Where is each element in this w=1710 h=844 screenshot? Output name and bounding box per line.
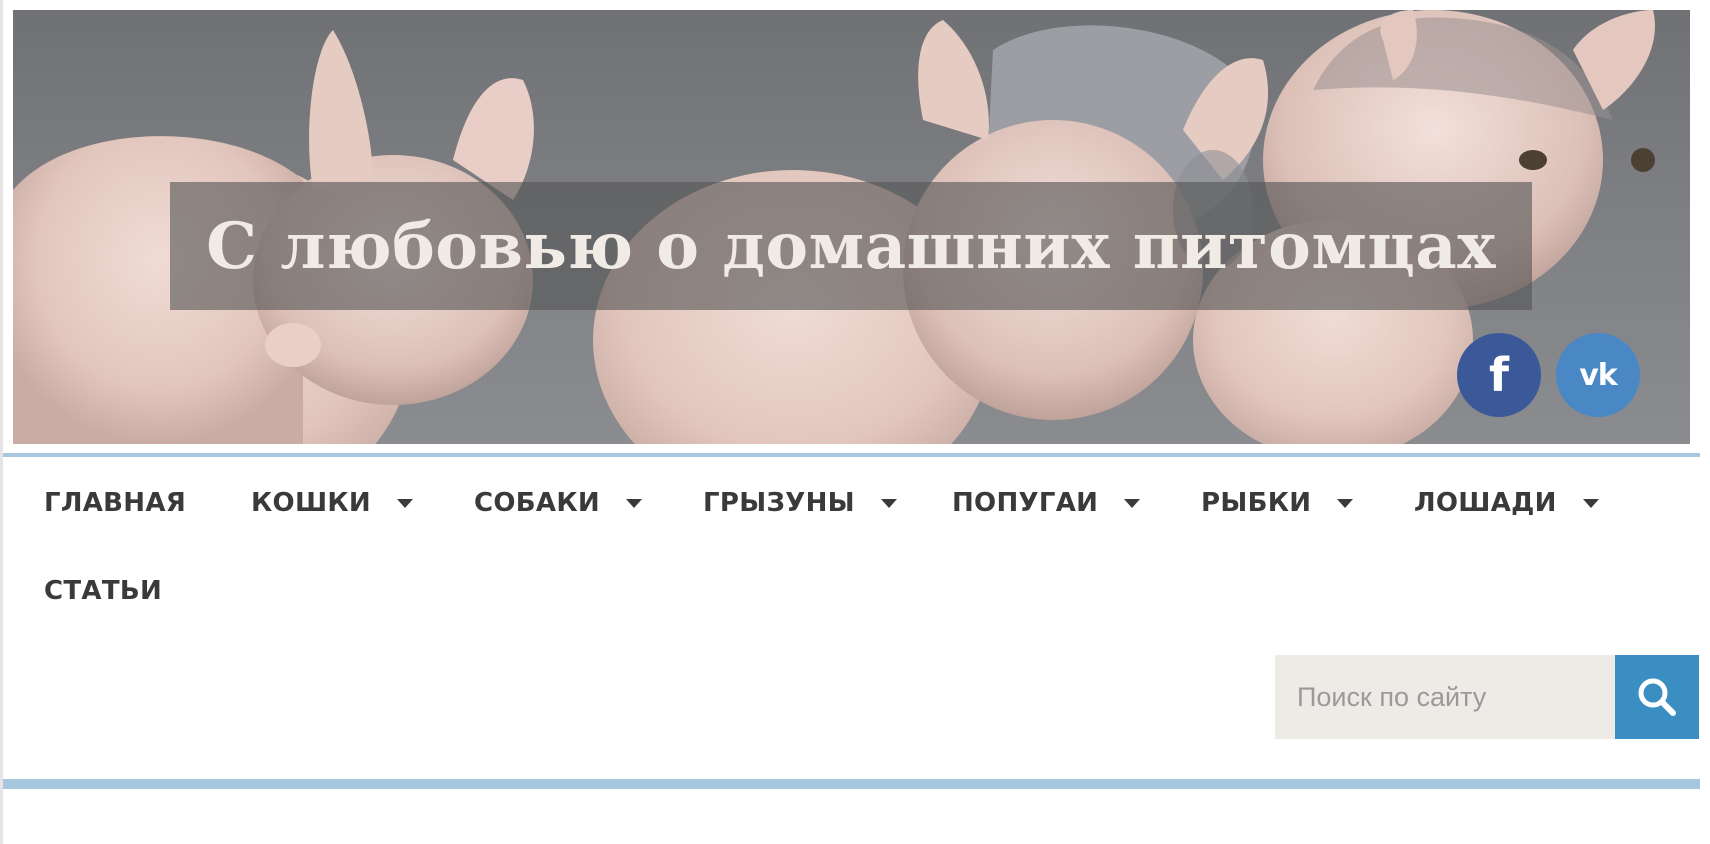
nav-item-cats[interactable]: КОШКИ: [251, 478, 413, 528]
caret-down-icon: [397, 498, 413, 508]
nav-item-label: ГРЫЗУНЫ: [703, 488, 855, 518]
nav-item-label: КОШКИ: [251, 488, 371, 518]
header-bottom-divider: [3, 779, 1700, 789]
facebook-icon: f: [1488, 348, 1509, 402]
nav-item-rodents[interactable]: ГРЫЗУНЫ: [703, 478, 897, 528]
search-input[interactable]: [1275, 655, 1615, 739]
nav-item-horses[interactable]: ЛОШАДИ: [1414, 478, 1599, 528]
caret-down-icon: [625, 498, 642, 508]
caret-down-icon: [1124, 498, 1141, 508]
caret-down-icon: [1337, 498, 1354, 508]
nav-item-label: ГЛАВНАЯ: [44, 488, 187, 518]
search-form: [1275, 655, 1699, 739]
nav-item-label: ПОПУГАИ: [952, 488, 1099, 518]
facebook-button[interactable]: f: [1457, 333, 1541, 417]
nav-item-home[interactable]: ГЛАВНАЯ: [44, 478, 186, 528]
nav-item-dogs[interactable]: СОБАКИ: [474, 478, 642, 528]
search-icon: [1638, 678, 1676, 716]
nav-item-label: СТАТЬИ: [44, 576, 163, 606]
nav-item-parrots[interactable]: ПОПУГАИ: [952, 478, 1141, 528]
nav-item-label: ЛОШАДИ: [1414, 488, 1557, 518]
vkontakte-icon: vk: [1579, 357, 1618, 393]
nav-item-fish[interactable]: РЫБКИ: [1201, 478, 1354, 528]
header-banner: С любовью о домашних питомцах f vk: [13, 10, 1690, 444]
nav-item-articles[interactable]: СТАТЬИ: [44, 566, 162, 616]
caret-down-icon: [1582, 498, 1599, 508]
search-button[interactable]: [1615, 655, 1699, 739]
vkontakte-button[interactable]: vk: [1556, 333, 1640, 417]
nav-top-divider: [3, 453, 1700, 457]
site-title-box: С любовью о домашних питомцах: [170, 182, 1532, 310]
left-border: [0, 0, 3, 844]
caret-down-icon: [880, 498, 897, 508]
page: С любовью о домашних питомцах f vk ГЛАВН…: [0, 0, 1710, 844]
site-title[interactable]: С любовью о домашних питомцах: [206, 209, 1496, 284]
nav-item-label: СОБАКИ: [474, 488, 600, 518]
nav-item-label: РЫБКИ: [1201, 488, 1312, 518]
